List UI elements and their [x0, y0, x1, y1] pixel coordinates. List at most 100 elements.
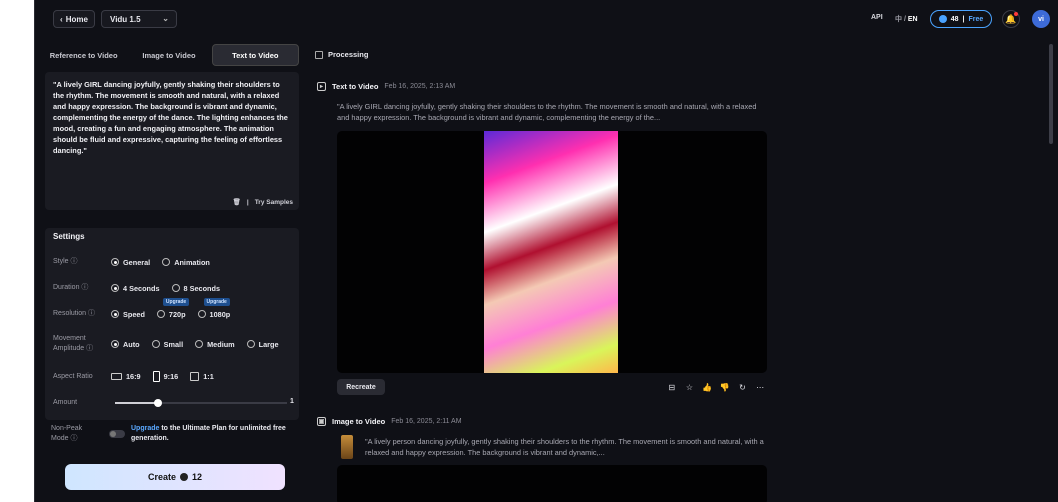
prompt-actions: 🗑 | Try Samples — [233, 198, 293, 207]
results-panel: Processing ▸ Text to Video Feb 16, 2025,… — [307, 40, 1047, 502]
non-peak-message: Upgrade to the Ultimate Plan for unlimit… — [131, 425, 286, 442]
radio-icon — [195, 340, 204, 348]
movement-option-auto[interactable]: Auto — [111, 340, 140, 349]
avatar[interactable]: vi — [1032, 10, 1050, 28]
radio-icon — [171, 284, 180, 292]
upgrade-link[interactable]: Upgrade — [131, 425, 159, 432]
checkbox-icon — [315, 50, 323, 59]
resolution-option-1080p[interactable]: Upgrade 1080p — [197, 297, 230, 319]
result-type: Image to Video — [332, 417, 386, 426]
trash-icon[interactable]: 🗑 — [233, 198, 241, 206]
tab-reference-to-video[interactable]: Reference to Video — [41, 44, 126, 66]
upgrade-badge: Upgrade — [162, 297, 190, 306]
more-icon[interactable]: ⋯ — [754, 383, 766, 392]
non-peak-label: Non-Peak Mode ⓘ — [51, 425, 83, 442]
duration-row: Duration ⓘ 4 Seconds 8 Seconds — [53, 283, 232, 293]
try-samples-button[interactable]: Try Samples — [255, 199, 293, 206]
resolution-label: Resolution ⓘ — [53, 310, 96, 317]
upgrade-badge: Upgrade — [203, 297, 230, 306]
ratio-square-icon — [190, 372, 200, 381]
amount-slider[interactable] — [115, 399, 287, 407]
processing-filter[interactable]: Processing — [315, 50, 368, 59]
chevron-down-icon: ⌄ — [162, 14, 169, 23]
left-panel: Reference to Video Image to Video Text t… — [35, 40, 305, 502]
amount-value: 1 — [290, 398, 294, 405]
prompt-textarea[interactable]: "A lively GIRL dancing joyfully, gently … — [45, 72, 299, 210]
result-date: Feb 16, 2025, 2:13 AM — [384, 83, 456, 90]
settings-title: Settings — [53, 232, 85, 241]
duration-option-4s[interactable]: 4 Seconds — [111, 284, 160, 293]
style-label: Style ⓘ — [53, 258, 78, 265]
thumbs-up-icon[interactable]: 👍 — [701, 383, 713, 392]
thumbs-down-icon[interactable]: 👎 — [719, 383, 731, 392]
aspect-option-9-16[interactable]: 9:16 — [152, 371, 178, 382]
radio-icon — [111, 310, 119, 318]
model-select[interactable]: Vidu 1.5 ⌄ — [101, 10, 177, 28]
credits-divider: | — [962, 15, 965, 23]
style-option-animation[interactable]: Animation — [162, 258, 210, 267]
radio-icon — [111, 340, 119, 348]
amount-row: Amount — [53, 398, 111, 408]
api-link[interactable]: API — [871, 14, 883, 21]
movement-option-small[interactable]: Small — [151, 340, 183, 349]
star-icon[interactable]: ☆ — [683, 383, 695, 392]
processing-label: Processing — [328, 50, 369, 59]
video-player[interactable] — [337, 131, 767, 373]
non-peak-toggle[interactable] — [109, 430, 125, 438]
result-date: Feb 16, 2025, 2:11 AM — [391, 418, 462, 425]
duration-label: Duration ⓘ — [53, 284, 89, 291]
credits-count: 48 — [950, 15, 959, 23]
source-image-thumbnail[interactable] — [341, 435, 353, 459]
lang-sep: / — [903, 16, 906, 23]
radio-icon — [162, 258, 171, 266]
recreate-button[interactable]: Recreate — [337, 379, 385, 395]
scrollbar[interactable] — [1049, 44, 1053, 144]
result-type: Text to Video — [332, 82, 379, 91]
resolution-option-speed[interactable]: Speed — [111, 310, 145, 319]
radio-icon — [156, 310, 165, 318]
refresh-icon[interactable]: ↻ — [736, 383, 748, 392]
aspect-option-1-1[interactable]: 1:1 — [190, 372, 214, 381]
duration-option-8s[interactable]: 8 Seconds — [171, 284, 220, 293]
aspect-label: Aspect Ratio — [53, 372, 93, 380]
home-button[interactable]: ‹ Home — [53, 10, 95, 28]
video-thumbnail — [484, 131, 618, 373]
create-button[interactable]: Create 12 — [65, 464, 285, 490]
extend-icon[interactable]: ⊟ — [666, 383, 678, 392]
actions-divider: | — [246, 198, 249, 206]
credits-plan: Free — [968, 15, 984, 23]
tab-text-to-video[interactable]: Text to Video — [211, 44, 299, 66]
amount-slider-fill — [115, 402, 158, 404]
aspect-option-16-9[interactable]: 16:9 — [111, 372, 141, 381]
create-cost: 12 — [192, 472, 203, 482]
credits-badge[interactable]: 48 | Free — [930, 10, 992, 28]
non-peak-mode: Non-Peak Mode ⓘ Upgrade to the Ultimate P… — [51, 424, 301, 452]
text-to-video-icon: ▸ — [317, 82, 326, 91]
notification-button[interactable]: 🔔 — [1002, 10, 1020, 28]
image-to-video-icon: ▣ — [317, 417, 326, 426]
movement-option-medium[interactable]: Medium — [195, 340, 235, 349]
video-player[interactable] — [337, 465, 767, 502]
top-bar: ‹ Home Vidu 1.5 ⌄ API 中 / EN 48 | Free 🔔… — [35, 0, 1058, 40]
prompt-text: "A lively GIRL dancing joyfully, gently … — [53, 80, 288, 155]
style-option-general[interactable]: General — [111, 258, 150, 267]
resolution-option-720p[interactable]: Upgrade 720p — [156, 297, 190, 319]
mode-tabs: Reference to Video Image to Video Text t… — [41, 44, 299, 66]
radio-icon — [197, 310, 206, 318]
resolution-row: Resolution ⓘ Speed Upgrade 720p Upgrade 10… — [53, 297, 242, 319]
result-actions: ⊟ ☆ 👍 👎 ↻ ⋯ — [663, 379, 769, 395]
movement-option-large[interactable]: Large — [246, 340, 279, 349]
tab-image-to-video[interactable]: Image to Video — [126, 44, 211, 66]
notification-dot — [1014, 12, 1018, 16]
amount-slider-knob[interactable] — [154, 399, 162, 407]
language-switch[interactable]: 中 / EN — [895, 14, 918, 24]
credit-coin-icon — [180, 473, 188, 481]
ratio-landscape-icon — [111, 373, 122, 380]
ratio-portrait-icon — [152, 371, 160, 382]
home-label: Home — [65, 14, 88, 24]
result-prompt: "A lively person dancing joyfully, gentl… — [365, 437, 764, 457]
radio-icon — [246, 340, 255, 348]
result-header: ▣ Image to Video Feb 16, 2025, 2:11 AM — [317, 417, 462, 426]
style-row: Style ⓘ General Animation — [53, 257, 222, 267]
movement-label: Movement Amplitude ⓘ — [53, 335, 94, 352]
